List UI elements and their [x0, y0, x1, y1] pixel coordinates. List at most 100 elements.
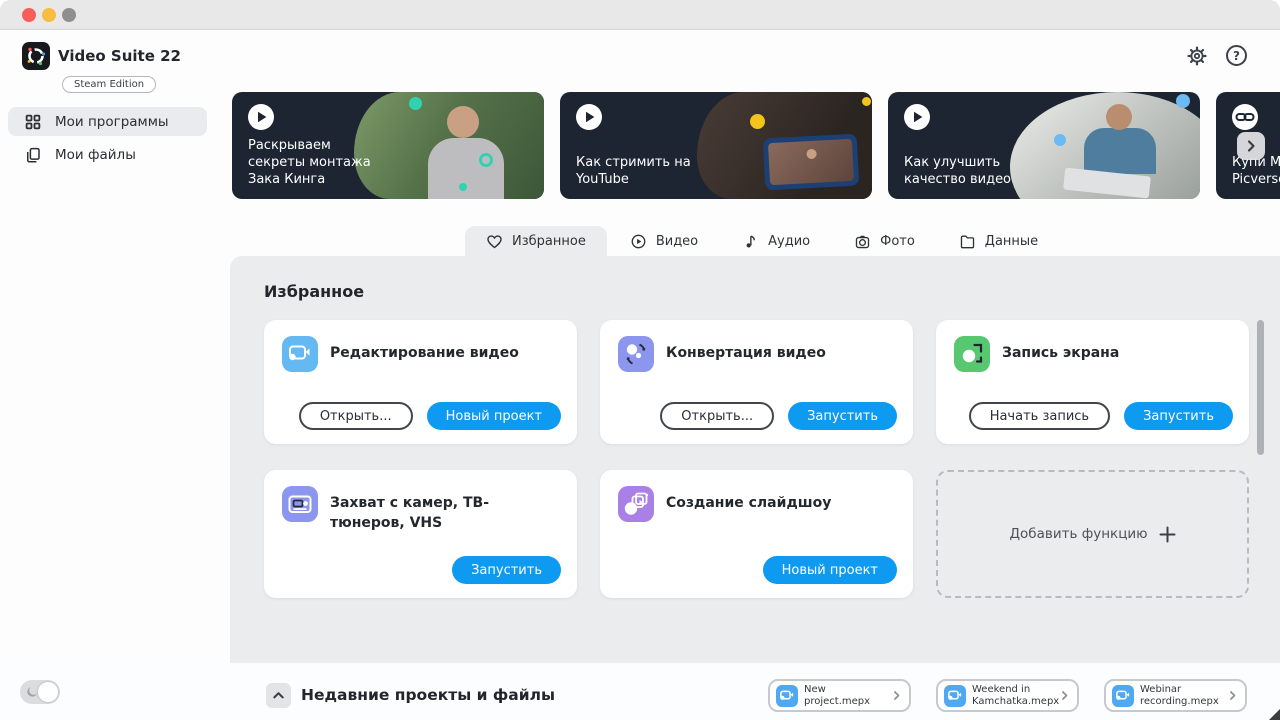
chevron-right-icon	[891, 690, 902, 701]
music-note-icon	[742, 233, 759, 250]
tab-label: Данные	[985, 234, 1038, 249]
toggle-knob	[38, 682, 58, 702]
feature-title: Конвертация видео	[666, 343, 898, 363]
banner-title: Как улучшить качество видео	[904, 154, 1011, 188]
accent-dot	[750, 114, 765, 129]
vertical-scrollbar[interactable]	[1257, 320, 1264, 455]
banner-person	[1084, 128, 1156, 174]
feature-card-slideshow: Создание слайдшоу Новый проект	[600, 470, 913, 598]
feature-card-video-converter: Конвертация видео Открыть... Запустить	[600, 320, 913, 444]
sidebar-item-label: Мои программы	[55, 114, 169, 130]
banner-person	[428, 138, 504, 199]
recent-project-chip[interactable]: Weekend in Kamchatka.mepx	[936, 679, 1079, 712]
camera-icon	[854, 233, 871, 250]
add-feature-tile[interactable]: Добавить функцию	[936, 470, 1249, 598]
chevron-up-icon	[272, 689, 285, 702]
video-editor-icon	[282, 336, 318, 372]
tab-favorites[interactable]: Избранное	[465, 226, 607, 256]
banner-phone	[763, 134, 860, 191]
tab-audio[interactable]: Аудио	[721, 226, 831, 256]
video-capture-icon	[282, 486, 318, 522]
banner-title: Раскрываем секреты монтажа Зака Кинга	[248, 137, 371, 188]
edition-badge: Steam Edition	[62, 76, 156, 93]
open-file-button[interactable]: Открыть...	[660, 402, 774, 430]
category-tabs: Избранное Видео Аудио Фото	[465, 226, 1059, 256]
feature-card-video-capture: Захват с камер, ТВ-тюнеров, VHS Запустит…	[264, 470, 577, 598]
tab-data[interactable]: Данные	[938, 226, 1059, 256]
tab-label: Аудио	[768, 234, 810, 249]
app-title: Video Suite 22	[58, 47, 181, 65]
gear-icon[interactable]	[1186, 45, 1208, 67]
feature-title: Создание слайдшоу	[666, 493, 898, 513]
heart-icon	[486, 233, 503, 250]
plus-icon	[1159, 526, 1176, 543]
fullscreen-window-button[interactable]	[62, 8, 76, 22]
banner-zach-king-tutorial[interactable]: Раскрываем секреты монтажа Зака Кинга	[232, 92, 544, 199]
app-logo	[22, 42, 50, 70]
feature-title: Захват с камер, ТВ-тюнеров, VHS	[330, 493, 562, 534]
new-project-button[interactable]: Новый проект	[427, 402, 561, 430]
open-project-button[interactable]: Открыть...	[299, 402, 413, 430]
window-resize-grip[interactable]	[1269, 709, 1280, 720]
launch-button[interactable]: Запустить	[788, 402, 897, 430]
moon-icon	[25, 685, 39, 699]
launch-button[interactable]: Запустить	[452, 556, 561, 584]
play-icon	[576, 104, 602, 130]
theme-toggle[interactable]	[20, 680, 60, 704]
video-editor-icon	[944, 685, 966, 707]
favorites-panel: Избранное Редактирование видео Открыть..…	[230, 256, 1280, 663]
tab-label: Видео	[656, 234, 698, 249]
folder-icon	[959, 233, 976, 250]
sidebar-item-label: Мои файлы	[55, 147, 136, 163]
accent-dot	[1176, 94, 1190, 108]
panel-heading: Избранное	[264, 282, 364, 301]
accent-dot	[459, 183, 467, 191]
tab-photo[interactable]: Фото	[833, 226, 936, 256]
accent-dot	[1054, 134, 1066, 146]
help-icon[interactable]: ?	[1226, 45, 1247, 66]
recent-heading: Недавние проекты и файлы	[301, 686, 555, 704]
chevron-right-icon	[1227, 690, 1238, 701]
feature-card-screen-recorder: Запись экрана Начать запись Запустить	[936, 320, 1249, 444]
launch-button[interactable]: Запустить	[1124, 402, 1233, 430]
recent-projects-bar: Недавние проекты и файлы New project.mep…	[0, 663, 1280, 720]
files-icon	[24, 146, 42, 164]
close-window-button[interactable]	[22, 8, 36, 22]
start-recording-button[interactable]: Начать запись	[969, 402, 1110, 430]
chevron-right-icon	[1244, 139, 1258, 153]
carousel-next-button[interactable]	[1237, 132, 1265, 160]
titlebar	[0, 0, 1280, 30]
link-icon	[1232, 104, 1258, 130]
recent-project-name: Webinar recording.mepx	[1140, 684, 1227, 708]
tab-video[interactable]: Видео	[609, 226, 719, 256]
recent-project-name: Weekend in Kamchatka.mepx	[972, 684, 1059, 708]
video-editor-icon	[776, 685, 798, 707]
banner-youtube-streaming[interactable]: Как стримить на YouTube	[560, 92, 872, 199]
video-converter-icon	[618, 336, 654, 372]
recent-project-name: New project.mepx	[804, 684, 891, 708]
tab-label: Избранное	[512, 234, 586, 249]
feature-card-video-editor: Редактирование видео Открыть... Новый пр…	[264, 320, 577, 444]
accent-dot	[409, 97, 422, 110]
sidebar-item-my-files[interactable]: Мои файлы	[8, 140, 207, 169]
new-project-button[interactable]: Новый проект	[763, 556, 897, 584]
expand-recent-button[interactable]	[266, 683, 291, 708]
recent-project-chip[interactable]: Webinar recording.mepx	[1104, 679, 1247, 712]
tab-label: Фото	[880, 234, 915, 249]
chevron-right-icon	[1059, 690, 1070, 701]
slideshow-icon	[618, 486, 654, 522]
feature-title: Редактирование видео	[330, 343, 562, 363]
minimize-window-button[interactable]	[42, 8, 56, 22]
play-icon	[248, 104, 274, 130]
accent-ring	[479, 153, 493, 167]
app-window: Video Suite 22 Steam Edition ?	[0, 0, 1280, 720]
apps-grid-icon	[24, 113, 42, 131]
banner-title: Как стримить на YouTube	[576, 154, 691, 188]
recent-project-chip[interactable]: New project.mepx	[768, 679, 911, 712]
sidebar-item-my-programs[interactable]: Мои программы	[8, 107, 207, 136]
accent-dot	[862, 97, 871, 106]
banner-video-quality[interactable]: Как улучшить качество видео	[888, 92, 1200, 199]
play-icon	[904, 104, 930, 130]
screen-recorder-icon	[954, 336, 990, 372]
add-feature-label: Добавить функцию	[1009, 526, 1147, 542]
